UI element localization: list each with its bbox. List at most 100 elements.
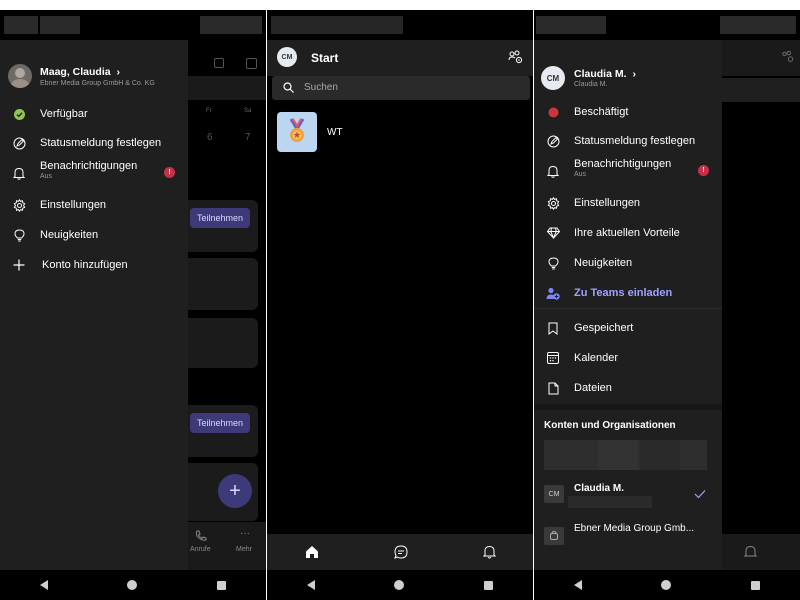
menu-label: Konto hinzufügen xyxy=(42,259,128,271)
recents-icon[interactable] xyxy=(751,580,761,590)
account-sub: Claudia M. xyxy=(574,81,608,88)
calendar-item[interactable]: Kalender xyxy=(534,347,722,369)
menu-label: Dateien xyxy=(574,382,612,394)
avatar[interactable]: CM xyxy=(277,47,297,67)
background-content xyxy=(722,40,800,570)
notifications-state: Aus xyxy=(40,173,53,180)
search-placeholder: Suchen xyxy=(304,82,338,93)
menu-label: Einstellungen xyxy=(574,197,641,209)
busy-status-icon xyxy=(546,105,560,119)
more-icon[interactable]: ··· xyxy=(240,528,250,539)
bell-icon[interactable] xyxy=(482,545,496,559)
plus-icon xyxy=(12,258,26,272)
home-circle-icon[interactable] xyxy=(661,580,672,590)
menu-label: Kalender xyxy=(574,352,619,364)
date-label: 6 xyxy=(207,132,213,143)
join-button[interactable]: Teilnehmen xyxy=(190,208,250,228)
avatar[interactable] xyxy=(8,64,32,88)
redacted-block xyxy=(568,496,652,508)
notifications-item[interactable]: Benachrichtigungen Aus ! xyxy=(0,158,188,188)
status-bar xyxy=(267,10,533,40)
settings-item[interactable]: Einstellungen xyxy=(0,194,188,216)
bell-icon xyxy=(744,545,757,557)
chevron-right-icon: › xyxy=(632,68,636,80)
background-content: Fr Sa 6 7 Teilnehmen Teilnehmen + Anrufe… xyxy=(182,40,266,570)
benefits-item[interactable]: Ihre aktuellen Vorteile xyxy=(534,222,722,244)
back-icon[interactable] xyxy=(39,580,48,590)
account-row[interactable]: Ebner Media Group Gmb... xyxy=(534,520,722,554)
android-nav-bar xyxy=(267,570,533,600)
notifications-state: Aus xyxy=(574,171,587,178)
saved-item[interactable]: Gespeichert xyxy=(534,317,722,339)
home-icon[interactable] xyxy=(305,545,319,559)
gear-icon xyxy=(546,196,560,210)
bell-icon xyxy=(12,166,26,180)
menu-label: Statusmeldung festlegen xyxy=(574,135,696,147)
status-busy[interactable]: Beschäftigt xyxy=(534,101,722,123)
section-header: Konten und Organisationen xyxy=(544,420,676,431)
account-header[interactable]: Claudia M. › xyxy=(574,68,636,80)
search-icon xyxy=(283,82,294,93)
phone-icon[interactable] xyxy=(195,530,207,542)
menu-label: Benachrichtigungen xyxy=(40,160,138,172)
middle-screen: CM Start Suchen WT xyxy=(267,10,533,600)
recents-icon[interactable] xyxy=(217,580,227,590)
list-item[interactable]: WT xyxy=(267,110,533,156)
settings-item[interactable]: Einstellungen xyxy=(534,192,722,214)
recents-icon[interactable] xyxy=(484,580,494,590)
account-avatar: CM xyxy=(544,485,564,503)
back-icon[interactable] xyxy=(573,580,582,590)
chat-name: WT xyxy=(327,127,343,138)
news-item[interactable]: Neuigkeiten xyxy=(534,252,722,274)
add-account-button[interactable]: Konto hinzufügen xyxy=(0,254,188,276)
redacted-block xyxy=(544,440,707,470)
join-button[interactable]: Teilnehmen xyxy=(190,413,250,433)
notifications-item[interactable]: Benachrichtigungen Aus ! xyxy=(534,156,722,186)
organization-name: Ebner Media Group Gmb... xyxy=(574,523,695,534)
day-label: Fr xyxy=(206,108,212,114)
news-item[interactable]: Neuigkeiten xyxy=(0,224,188,246)
organization-icon xyxy=(544,527,564,545)
home-circle-icon[interactable] xyxy=(127,580,138,590)
invite-to-teams[interactable]: Zu Teams einladen xyxy=(534,282,722,304)
left-screen: Fr Sa 6 7 Teilnehmen Teilnehmen + Anrufe… xyxy=(0,10,266,600)
gear-icon xyxy=(12,198,26,212)
home-circle-icon[interactable] xyxy=(394,580,405,590)
avatar[interactable]: CM xyxy=(541,66,565,90)
set-status-message[interactable]: Statusmeldung festlegen xyxy=(0,132,188,154)
date-label: 7 xyxy=(245,132,251,143)
divider xyxy=(534,308,722,309)
chevron-right-icon: › xyxy=(116,66,121,78)
alert-badge: ! xyxy=(698,165,709,176)
right-screen: CM Claudia M. › Claudia M. Beschäftigt S… xyxy=(534,10,800,600)
menu-label: Einstellungen xyxy=(40,199,107,211)
menu-label: Beschäftigt xyxy=(574,106,629,118)
android-nav-bar xyxy=(534,570,800,600)
menu-label: Statusmeldung festlegen xyxy=(40,137,162,149)
edit-icon xyxy=(12,136,26,150)
edit-icon xyxy=(546,134,560,148)
team-settings-icon xyxy=(782,50,794,62)
account-row[interactable]: CM Claudia M. xyxy=(534,480,722,514)
menu-label: Benachrichtigungen xyxy=(574,158,672,170)
bottom-nav xyxy=(267,534,533,570)
files-item[interactable]: Dateien xyxy=(534,377,722,399)
status-available[interactable]: Verfügbar xyxy=(0,103,188,125)
fab-add-button[interactable]: + xyxy=(218,474,252,508)
set-status-message[interactable]: Statusmeldung festlegen xyxy=(534,130,722,152)
status-bar xyxy=(0,10,266,40)
menu-label: Ihre aktuellen Vorteile xyxy=(574,227,680,239)
account-header[interactable]: Maag, Claudia › xyxy=(40,66,120,78)
account-drawer: Maag, Claudia › Ebner Media Group GmbH &… xyxy=(0,40,188,570)
lightbulb-icon xyxy=(546,256,560,270)
menu-label: Zu Teams einladen xyxy=(574,287,673,299)
search-input[interactable]: Suchen xyxy=(272,76,530,100)
divider xyxy=(534,404,722,410)
bell-icon xyxy=(546,164,560,178)
menu-label: Gespeichert xyxy=(574,322,634,334)
chat-icon[interactable] xyxy=(393,545,408,559)
team-settings-icon[interactable] xyxy=(508,50,523,64)
back-icon[interactable] xyxy=(306,580,315,590)
file-icon xyxy=(546,381,560,395)
android-nav-bar xyxy=(0,570,266,600)
